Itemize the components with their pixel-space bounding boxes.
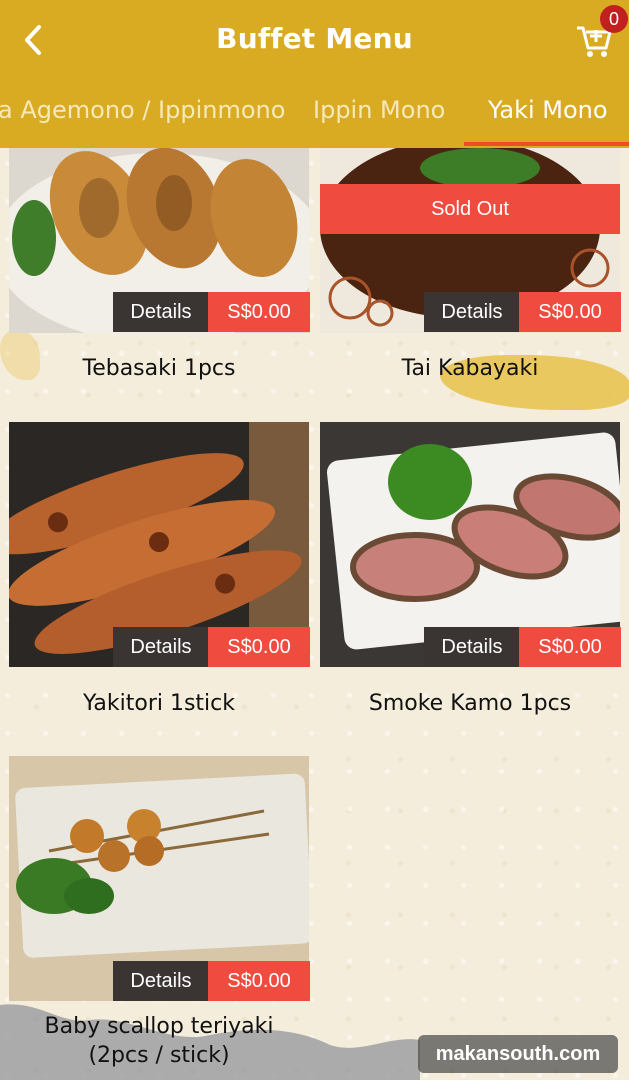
price-button[interactable]: S$0.00 [208,292,310,332]
details-button[interactable]: Details [113,627,209,667]
item-name: Tai Kabayaki [401,356,539,381]
tab-yaki-mono[interactable]: Yaki Mono [488,80,608,148]
cart-count-badge: 0 [600,5,628,33]
tab-ippin-mono[interactable]: Ippin Mono [313,80,445,148]
item-name-line2: (2pcs / stick) [88,1043,230,1068]
price-button[interactable]: S$0.00 [519,292,621,332]
price-button[interactable]: S$0.00 [208,627,310,667]
category-tabs: a Agemono / Ippinmono Ippin Mono Yaki Mo… [0,80,629,148]
item-name: Baby scallop teriyaki [44,1014,274,1039]
item-name: Yakitori 1stick [82,691,235,716]
active-tab-indicator [464,142,629,146]
details-button[interactable]: Details [424,627,520,667]
tab-agemono[interactable]: a Agemono / Ippinmono [0,80,285,148]
item-name: Tebasaki 1pcs [82,356,236,381]
watermark: makansouth.com [418,1035,618,1073]
sold-out-banner: Sold Out [320,184,620,234]
details-button[interactable]: Details [424,292,520,332]
page-title: Buffet Menu [216,22,413,55]
item-name: Smoke Kamo 1pcs [368,691,572,716]
price-button[interactable]: S$0.00 [519,627,621,667]
details-button[interactable]: Details [113,292,209,332]
